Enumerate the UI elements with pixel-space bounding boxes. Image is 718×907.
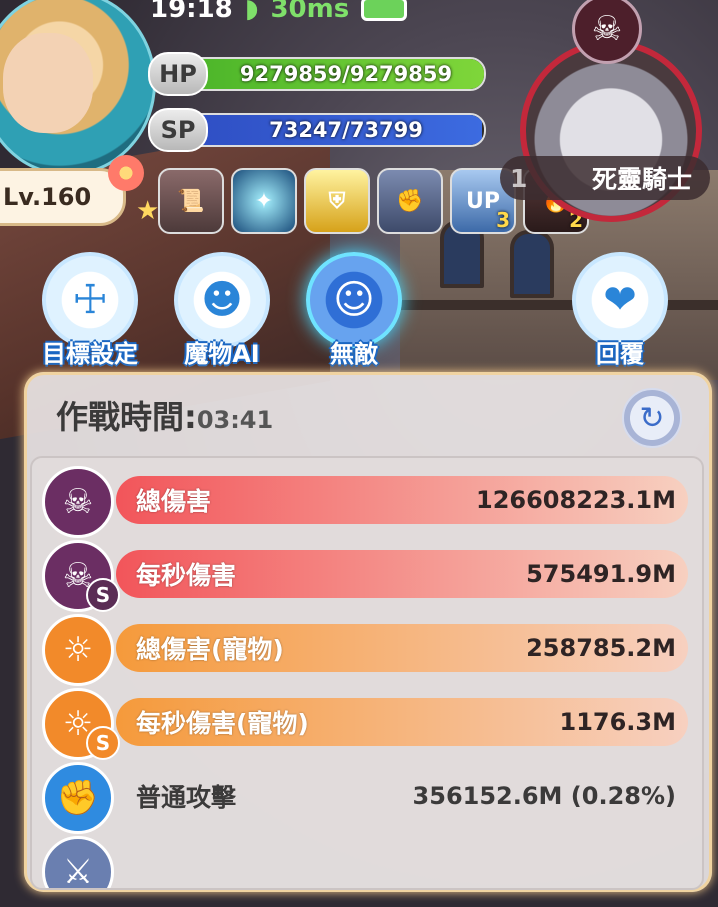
- boss-name-text: 死靈騎士: [591, 165, 692, 194]
- hp-bar: HP 9279859/9279859: [148, 52, 486, 96]
- row-value: 356152.6M (0.28%): [412, 782, 676, 810]
- invincible-button[interactable]: ☺ 無敵: [294, 252, 414, 369]
- scroll-icon[interactable]: 📜: [158, 168, 224, 234]
- battle-time-label: 作戰時間:: [56, 398, 197, 436]
- skill-icon: ⚔: [42, 836, 114, 888]
- hp-track: 9279859/9279859: [192, 57, 486, 91]
- wifi-icon: ◗: [244, 0, 259, 24]
- status-bar: 19:18 ◗ 30ms: [150, 0, 408, 24]
- list-item: ☼ 總傷害(寵物) 258785.2M: [42, 614, 692, 686]
- monster-ai-button[interactable]: ☻ 魔物AI: [162, 252, 282, 369]
- per-second-badge: S: [86, 578, 120, 612]
- shield-up-icon[interactable]: ⛨: [304, 168, 370, 234]
- list-item: ⚔: [42, 836, 692, 888]
- list-item: ☼ S 每秒傷害(寵物) 1176.3M: [42, 688, 692, 760]
- row-value: 126608223.1M: [476, 486, 676, 514]
- battle-stats-panel: 作戰時間:03:41 ↻ ☠ 總傷害 126608223.1M ☠ S 每秒傷害…: [24, 372, 712, 892]
- boss-level-partial: 1: [510, 163, 528, 193]
- recover-label: 回覆: [596, 340, 644, 368]
- list-item: ☠ S 每秒傷害 575491.9M: [42, 540, 692, 612]
- monster-ai-label: 魔物AI: [184, 340, 260, 368]
- row-value: 1176.3M: [559, 708, 677, 736]
- row-label: 普通攻擊: [136, 783, 237, 812]
- hp-tag: HP: [148, 52, 208, 96]
- row-value: 258785.2M: [526, 634, 676, 662]
- sp-tag: SP: [148, 108, 208, 152]
- list-item: ✊ 普通攻擊 356152.6M (0.28%): [42, 762, 692, 834]
- recover-button[interactable]: ❤ 回覆: [560, 252, 680, 369]
- helmet-up-label: UP: [466, 188, 500, 214]
- row-value: 575491.9M: [526, 560, 676, 588]
- row-label: 總傷害: [136, 487, 212, 516]
- sp-value: 73247/73799: [269, 118, 423, 142]
- ping-value: 30ms: [270, 0, 350, 24]
- background-window: [510, 230, 554, 298]
- skull-icon: ☠: [42, 466, 114, 538]
- clock: 19:18: [150, 0, 233, 24]
- sp-bar: SP 73247/73799: [148, 108, 486, 152]
- battery-icon: [361, 0, 408, 21]
- target-setting-label: 目標設定: [42, 340, 138, 368]
- hp-value: 9279859/9279859: [239, 62, 453, 86]
- row-label: 每秒傷害(寵物): [136, 709, 309, 738]
- target-setting-button[interactable]: ☩ 目標設定: [30, 252, 150, 369]
- star-icon: ★: [136, 196, 160, 226]
- boss-name: 1 死靈騎士: [500, 156, 710, 200]
- fist-icon: ✊: [42, 762, 114, 834]
- row-label: 總傷害(寵物): [136, 635, 284, 664]
- flower-icon: [108, 155, 144, 191]
- buff-count: 3: [496, 208, 510, 232]
- battle-time: 03:41: [196, 406, 274, 434]
- panel-title: 作戰時間:03:41: [56, 392, 273, 438]
- fist-icon[interactable]: ✊: [377, 168, 443, 234]
- row-label: 每秒傷害: [136, 561, 237, 590]
- per-second-badge: S: [86, 726, 120, 760]
- damage-list[interactable]: ☠ 總傷害 126608223.1M ☠ S 每秒傷害 575491.9M ☼ …: [30, 456, 704, 890]
- player-level: Lv.160: [0, 168, 126, 226]
- sp-track: 73247/73799: [192, 113, 486, 147]
- aura-figure-icon[interactable]: ✦: [231, 168, 297, 234]
- player-avatar[interactable]: [0, 0, 156, 176]
- refresh-icon[interactable]: ↻: [622, 388, 682, 448]
- pet-face-icon: ☼: [42, 614, 114, 686]
- invincible-label: 無敵: [330, 340, 378, 368]
- list-item: ☠ 總傷害 126608223.1M: [42, 466, 692, 538]
- avatar-face: [3, 33, 93, 133]
